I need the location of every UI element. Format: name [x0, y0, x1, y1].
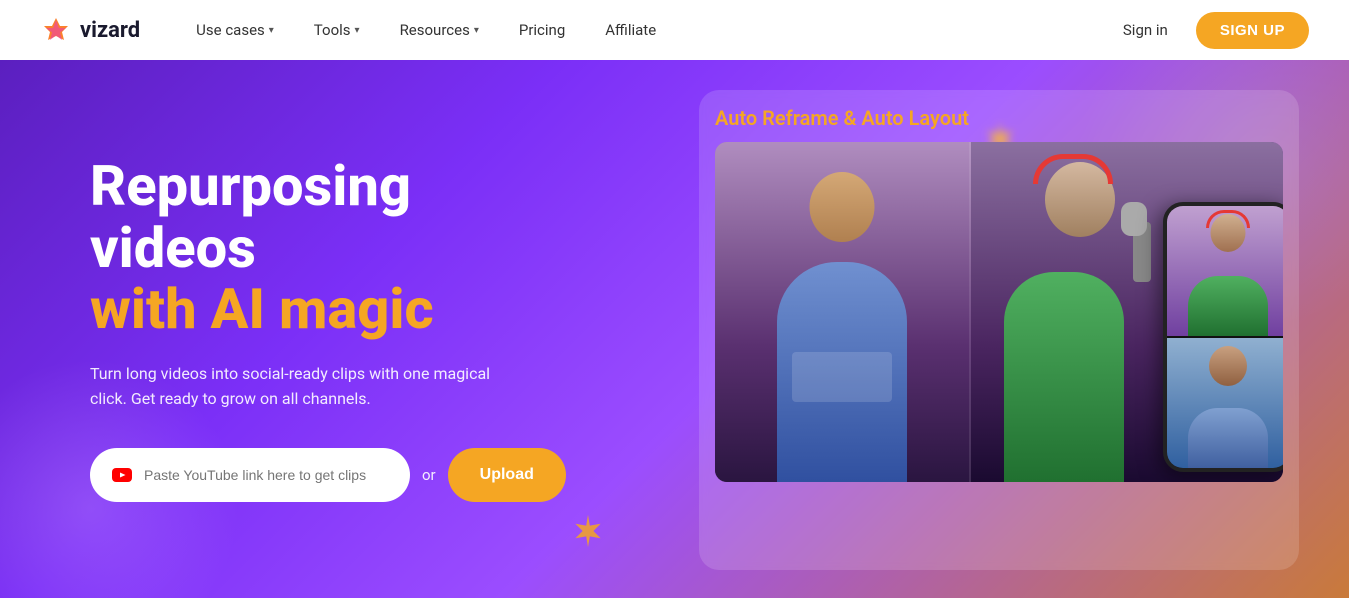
nav-affiliate[interactable]: Affiliate [589, 13, 672, 47]
sign-up-button[interactable]: SIGN UP [1196, 12, 1309, 49]
hero-section: Repurposing videos with AI magic Turn lo… [0, 60, 1349, 598]
hero-headline: Repurposing videos with AI magic [90, 156, 566, 341]
phone-bottom-clip [1167, 338, 1283, 468]
hero-left-content: Repurposing videos with AI magic Turn lo… [0, 156, 566, 502]
youtube-link-input[interactable] [144, 467, 390, 483]
hero-headline-accent: with AI magic [90, 279, 566, 341]
phone-top-clip [1167, 206, 1283, 336]
hero-input-row: or Upload [90, 448, 566, 502]
nav-resources[interactable]: Resources ▾ [384, 13, 495, 47]
logo[interactable]: vizard [40, 14, 140, 46]
nav-tools[interactable]: Tools ▾ [298, 13, 376, 47]
nav-use-cases[interactable]: Use cases ▾ [180, 13, 290, 47]
video-card-label: Auto Reframe & Auto Layout [715, 106, 1283, 130]
nav-right: Sign in SIGN UP [1111, 12, 1309, 49]
logo-text: vizard [80, 18, 140, 43]
youtube-input-wrapper [90, 448, 410, 502]
deco-star-bottom [570, 513, 606, 558]
hero-subtext: Turn long videos into social-ready clips… [90, 361, 530, 412]
video-preview [715, 142, 1283, 482]
upload-button[interactable]: Upload [448, 448, 566, 502]
video-feature-card: Auto Reframe & Auto Layout [699, 90, 1299, 570]
video-people [715, 142, 1283, 482]
nav-pricing[interactable]: Pricing [503, 13, 581, 47]
youtube-icon [110, 463, 134, 487]
sign-in-button[interactable]: Sign in [1111, 13, 1180, 47]
vizard-logo-icon [40, 14, 72, 46]
nav-links: Use cases ▾ Tools ▾ Resources ▾ Pricing … [180, 13, 1111, 47]
person-left [715, 142, 971, 482]
chevron-down-icon: ▾ [474, 25, 479, 36]
hero-right-content: Auto Reframe & Auto Layout [699, 90, 1299, 570]
navbar: vizard Use cases ▾ Tools ▾ Resources ▾ P… [0, 0, 1349, 60]
phone-screen [1167, 206, 1283, 468]
chevron-down-icon: ▾ [269, 25, 274, 36]
phone-mockup [1163, 202, 1283, 472]
or-separator: or [422, 466, 436, 484]
chevron-down-icon: ▾ [355, 25, 360, 36]
